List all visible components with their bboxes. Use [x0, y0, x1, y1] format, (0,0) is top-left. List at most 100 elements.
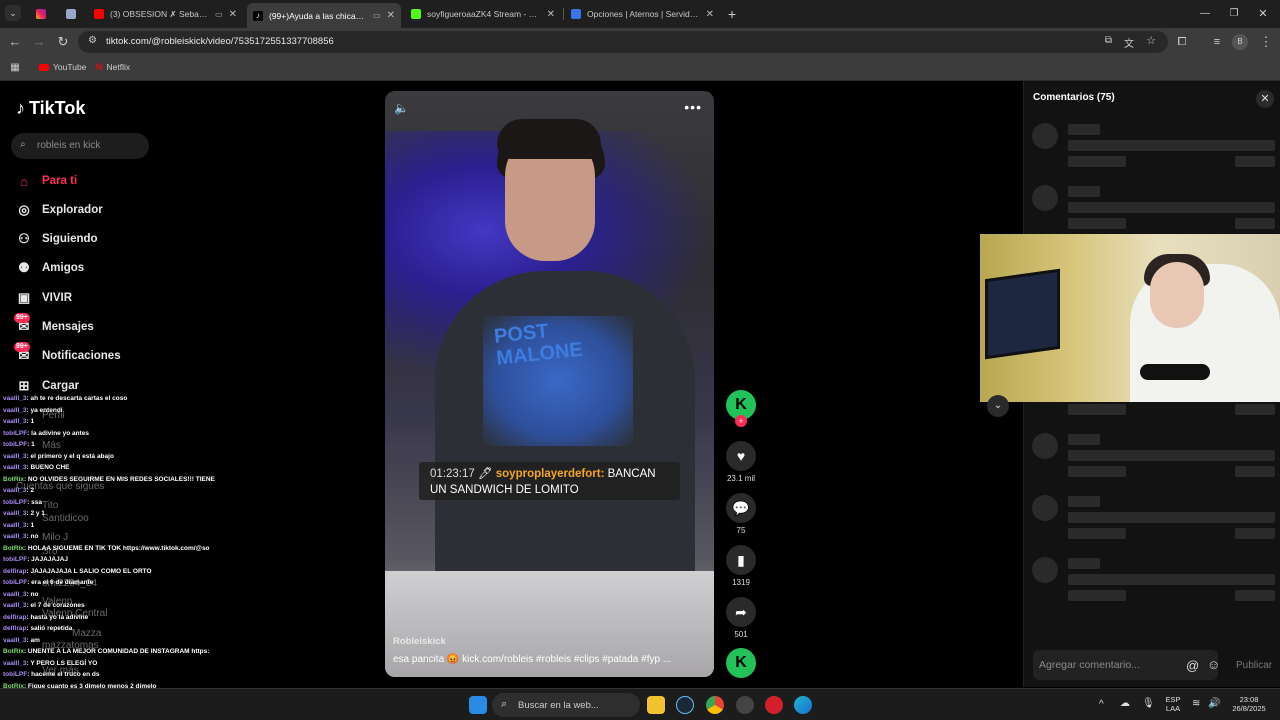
chat-text: : 1 [27, 441, 35, 448]
edge-icon[interactable] [794, 696, 812, 714]
microphone-icon[interactable]: 🎙 [1142, 698, 1155, 709]
sidebar-item-amigos[interactable]: ⚉ Amigos [16, 258, 84, 278]
comment-skeleton-bar [1235, 156, 1275, 167]
language-indicator[interactable]: ESP LAA [1162, 695, 1184, 713]
clock[interactable]: 23:08 26/8/2025 [1226, 695, 1272, 713]
sidebar-item-label: Amigos [42, 262, 85, 274]
sidebar-item-vivir[interactable]: ▣ VIVIR [16, 288, 72, 308]
like-button[interactable]: ♥ 23.1 mil [726, 441, 756, 483]
chat-username: tobiLPF [3, 579, 28, 586]
network-icon[interactable]: ☁ [1120, 698, 1130, 709]
new-tab-button[interactable]: + [723, 5, 741, 23]
taskbar-search[interactable]: ⌕ Buscar en la web... [492, 693, 640, 717]
chat-text: : JAJAJAJAJA L SALIO COMO EL ORTO [26, 567, 152, 575]
close-tab-icon[interactable]: ✕ [387, 10, 395, 21]
emoji-icon[interactable]: ☺ [1207, 657, 1220, 672]
file-explorer-icon[interactable] [647, 696, 665, 714]
comment-skeleton-bar [1235, 218, 1275, 229]
minimize-icon[interactable]: — [1196, 5, 1214, 23]
extensions-icon[interactable]: ⧠ [1173, 33, 1191, 51]
bookmark-star-icon[interactable]: ☆ [1146, 34, 1156, 47]
chat-username: delfirap [3, 613, 27, 621]
sidebar-item-cargar[interactable]: ⊞ Cargar [16, 376, 80, 396]
back-icon[interactable]: ← [6, 33, 24, 51]
chat-username: BotRix [3, 475, 24, 483]
comment-skeleton-bar [1068, 512, 1275, 523]
tab-instagram[interactable] [30, 3, 52, 25]
apps-grid-icon[interactable]: ▦ [6, 59, 24, 77]
bookmark-label: YouTube [53, 62, 87, 72]
install-icon[interactable]: ⧉ [1105, 35, 1112, 46]
tiktok-icon: ♪ [253, 10, 263, 21]
volume-icon[interactable]: 🔈 [394, 101, 409, 115]
chat-message: BotRix: HOLAA SIGUEME EN TIK TOK https:/… [3, 545, 210, 552]
comment-skeleton-bar [1068, 434, 1100, 445]
webcam-overlay [980, 234, 1280, 402]
close-tab-icon[interactable]: ✕ [706, 9, 714, 20]
video-caption[interactable]: esa pancita 😡 kick.com/robleis #robleis … [393, 654, 671, 665]
translate-icon[interactable]: 文 [1124, 35, 1134, 50]
reload-icon[interactable]: ↻ [54, 33, 72, 51]
sidebar-item-para ti[interactable]: ⌂ Para ti [16, 171, 77, 191]
chat-message: tobiLPF: ssa [3, 499, 42, 506]
speaker-icon[interactable]: 🔊 [1208, 698, 1220, 709]
forward-icon[interactable]: → [30, 33, 48, 51]
chat-message: vaalll_3: 2 y 1 [3, 510, 45, 517]
search-icon: ⌕ [20, 139, 26, 150]
menu-icon[interactable]: ⋮ [1257, 33, 1275, 51]
close-tab-icon[interactable]: ✕ [547, 9, 555, 20]
sidebar-item-siguiendo[interactable]: ⚇ Siguiendo [16, 229, 97, 249]
video-author[interactable]: Robleiskick [393, 636, 446, 647]
sidebar-item-mensajes[interactable]: ✉ 99+ Mensajes [14, 313, 94, 337]
address-bar[interactable]: ⚙ tiktok.com/@robleiskick/video/75351725… [78, 31, 1168, 53]
app-icon[interactable] [736, 696, 754, 714]
mention-icon[interactable]: @ [1186, 658, 1199, 673]
windows-start-icon[interactable] [469, 696, 487, 714]
profile-avatar[interactable]: B [1232, 34, 1248, 50]
chevron-down-icon[interactable]: ⌄ [987, 395, 1009, 417]
sidebar-faded-item: Mazza [72, 628, 102, 639]
comment-skeleton-bar [1068, 466, 1126, 477]
tab-tiktok[interactable]: ♪ (99+)Ayuda a las chicas y r ▭ ✕ [247, 3, 401, 28]
tiktok-logo[interactable]: ♪ TikTok [16, 98, 85, 119]
close-icon[interactable]: ✕ [1256, 90, 1274, 108]
tab-search-icon[interactable]: ⌄ [5, 5, 21, 21]
chat-username: tobiLPF [3, 429, 28, 437]
steam-icon[interactable] [676, 696, 694, 714]
tray-chevron-icon[interactable]: ^ [1099, 699, 1104, 710]
live-icon: ▣ [17, 290, 31, 305]
bookmark-netflix[interactable]: N Netflix [96, 62, 130, 72]
sidebar-item-explorador[interactable]: ◎ Explorador [16, 200, 102, 220]
comment-button[interactable]: 💬 75 [726, 493, 756, 535]
tab-kick[interactable]: soyfigueroaaZK4 Stream - Watc ✕ [405, 3, 561, 25]
site-info-icon[interactable]: ⚙ [88, 35, 97, 46]
tab-youtube[interactable]: (3) OBSESION ✗ Sebastian ▭ ✕ [88, 3, 243, 25]
chat-username: delfirap [3, 567, 27, 575]
chat-username: vaalll_3 [3, 487, 27, 494]
aternos-icon [571, 9, 581, 19]
tab-twitch[interactable] [60, 3, 82, 25]
sidebar-item-notificaciones[interactable]: ✉ 99+ Notificaciones [14, 342, 121, 366]
more-options-icon[interactable]: ••• [684, 99, 702, 115]
video-player[interactable]: POST MALONE 🔈 ••• Robleiskick esa pancit… [385, 91, 714, 677]
restore-icon[interactable]: ❐ [1225, 5, 1243, 23]
chat-username: vaalll_3 [3, 418, 27, 425]
opera-icon[interactable] [765, 696, 783, 714]
search-input[interactable]: ⌕ robleis en kick [11, 133, 149, 159]
bookmark-youtube[interactable]: YouTube [39, 62, 86, 72]
tab-aternos[interactable]: Opciones | Aternos | Servidor d ✕ [565, 3, 720, 25]
close-window-icon[interactable]: ✕ [1254, 5, 1272, 23]
publish-button[interactable]: Publicar [1236, 660, 1272, 671]
chat-message: vaalll_3: ah te re descarta cartas el co… [3, 395, 127, 402]
follow-plus-icon[interactable]: + [735, 415, 747, 427]
creator-avatar-button[interactable]: K + [726, 390, 756, 427]
save-button[interactable]: ▮ 1319 [726, 545, 756, 587]
sound-disc-button[interactable]: K [726, 648, 756, 678]
wifi-icon[interactable]: ≋ [1192, 698, 1200, 709]
close-tab-icon[interactable]: ✕ [229, 9, 237, 20]
share-button[interactable]: ➦ 501 [726, 597, 756, 639]
tab-separator [563, 8, 564, 20]
comment-skeleton-bar [1068, 404, 1126, 415]
chrome-icon[interactable] [706, 696, 724, 714]
reading-list-icon[interactable]: ≡ [1208, 33, 1226, 51]
